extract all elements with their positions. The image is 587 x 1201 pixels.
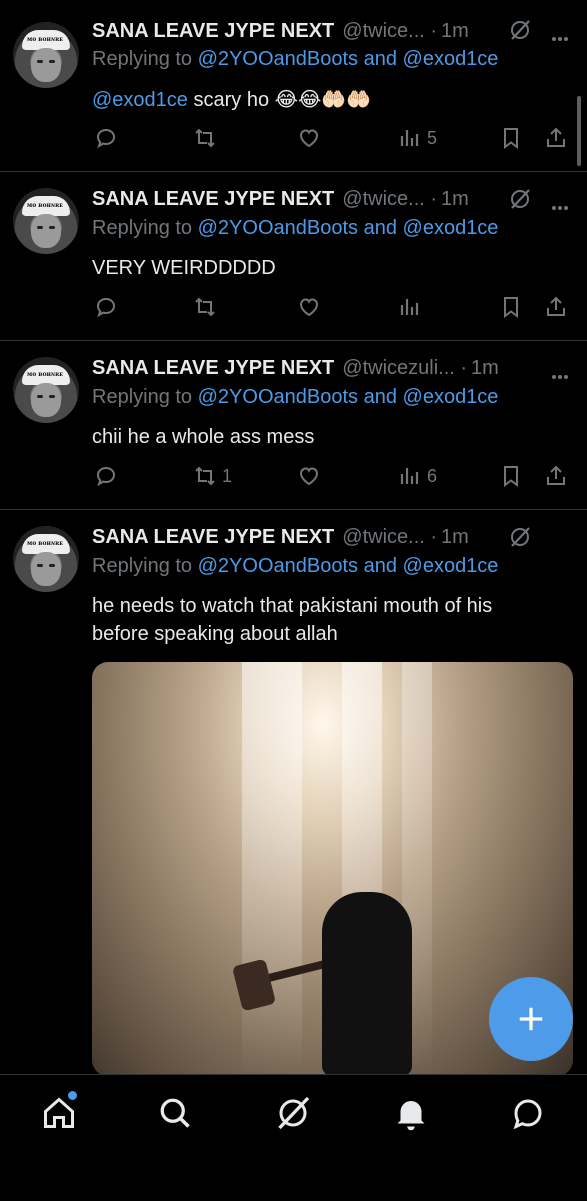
grok-icon[interactable] <box>508 187 532 211</box>
tweet-text: VERY WEIRDDDDD <box>92 257 276 279</box>
share-icon <box>547 296 565 316</box>
handle[interactable]: @twice... · <box>342 20 437 43</box>
views-button[interactable] <box>398 292 427 322</box>
grok-icon[interactable] <box>275 1095 311 1131</box>
timestamp: 1m <box>441 187 469 210</box>
timestamp: 1m <box>441 525 469 548</box>
tweet-actions: 1 6 <box>92 461 587 491</box>
messages-icon[interactable] <box>510 1095 546 1131</box>
compose-button[interactable] <box>489 977 573 1061</box>
views-icon <box>400 468 419 484</box>
timestamp: 1m <box>471 356 499 379</box>
mention-link[interactable]: @2YOOandBoots <box>198 48 358 70</box>
scrollbar[interactable] <box>577 96 581 166</box>
handle[interactable]: @twicezuli... · <box>342 357 467 380</box>
heart-icon <box>299 298 319 317</box>
retweet-count: 1 <box>222 465 233 486</box>
views-count: 5 <box>427 127 438 148</box>
tweet-text: @exod1ce scary ho 😂😂🤲🏻🤲🏻 <box>92 89 372 111</box>
display-name[interactable]: SANA LEAVE JYPE NEXT <box>92 526 334 549</box>
mention-link[interactable]: @exod1ce <box>403 217 499 239</box>
tweet-header: SANA LEAVE JYPE NEXT @twicezuli... · 1m <box>92 354 587 382</box>
avatar[interactable]: ᴍᴏ ʙᴏʜɴʀᴇ <box>13 357 79 423</box>
avatar[interactable]: ᴍᴏ ʙᴏʜɴʀᴇ <box>13 188 79 254</box>
mention-link[interactable]: @exod1ce <box>403 555 499 577</box>
notification-dot <box>66 1089 79 1102</box>
replying-to: Replying to @2YOOandBoots and @exod1ce <box>92 386 499 408</box>
retweet-button[interactable] <box>193 292 222 322</box>
replying-to: Replying to @2YOOandBoots and @exod1ce <box>92 48 499 70</box>
reply-icon <box>96 128 116 149</box>
timestamp: 1m <box>441 19 469 42</box>
reply-button[interactable] <box>94 461 118 491</box>
tweet-text: he needs to watch that pakistani mouth o… <box>92 595 493 645</box>
more-icon[interactable] <box>551 366 569 384</box>
replying-to: Replying to @2YOOandBoots and @exod1ce <box>92 555 499 577</box>
display-name[interactable]: SANA LEAVE JYPE NEXT <box>92 357 334 380</box>
reply-button[interactable] <box>94 123 118 153</box>
bookmark-button[interactable] <box>499 292 523 322</box>
retweet-icon <box>195 297 215 317</box>
share-icon <box>547 465 565 485</box>
avatar[interactable]: ᴍᴏ ʙᴏʜɴʀᴇ <box>13 22 79 88</box>
grok-icon[interactable] <box>508 525 532 549</box>
retweet-button[interactable]: 1 <box>193 461 232 491</box>
share-button[interactable] <box>544 123 568 153</box>
tweet-actions: 5 <box>92 123 587 153</box>
like-button[interactable] <box>297 123 326 153</box>
bookmark-button[interactable] <box>499 461 523 491</box>
bookmark-icon <box>504 297 518 318</box>
mention-link[interactable]: @exod1ce <box>403 386 499 408</box>
mention-link[interactable]: @2YOOandBoots <box>198 555 358 577</box>
share-icon <box>547 127 565 147</box>
tweet[interactable]: ᴍᴏ ʙᴏʜɴʀᴇ SANA LEAVE JYPE NEXT @twicezul… <box>0 340 587 510</box>
display-name[interactable]: SANA LEAVE JYPE NEXT <box>92 20 334 43</box>
heart-icon <box>299 129 319 148</box>
retweet-icon <box>195 466 215 486</box>
bookmark-icon <box>504 466 518 487</box>
reply-button[interactable] <box>94 292 118 322</box>
bookmark-button[interactable] <box>499 123 523 153</box>
reply-icon <box>96 466 116 487</box>
share-button[interactable] <box>544 461 568 491</box>
retweet-button[interactable] <box>193 123 222 153</box>
views-button[interactable]: 5 <box>398 123 437 153</box>
mention-link[interactable]: @2YOOandBoots <box>198 217 358 239</box>
avatar[interactable]: ᴍᴏ ʙᴏʜɴʀᴇ <box>13 526 79 592</box>
views-button[interactable]: 6 <box>398 461 437 491</box>
handle[interactable]: @twice... · <box>342 526 437 549</box>
views-icon <box>400 299 419 315</box>
share-button[interactable] <box>544 292 568 322</box>
more-icon[interactable] <box>551 28 569 46</box>
mention-link[interactable]: @exod1ce <box>92 89 188 111</box>
reply-icon <box>96 297 116 318</box>
views-count: 6 <box>427 465 438 486</box>
grok-icon[interactable] <box>508 18 532 42</box>
more-icon[interactable] <box>551 197 569 215</box>
mention-link[interactable]: @exod1ce <box>403 48 499 70</box>
tweet[interactable]: ᴍᴏ ʙᴏʜɴʀᴇ SANA LEAVE JYPE NEXT @twice...… <box>0 171 587 341</box>
mention-link[interactable]: @2YOOandBoots <box>198 386 358 408</box>
bookmark-icon <box>504 128 518 149</box>
retweet-icon <box>195 128 215 148</box>
plus-icon <box>519 1007 543 1031</box>
notifications-icon[interactable] <box>393 1095 429 1131</box>
search-icon[interactable] <box>157 1095 193 1131</box>
handle[interactable]: @twice... · <box>342 188 437 211</box>
tweet-text: chii he a whole ass mess <box>92 426 315 448</box>
display-name[interactable]: SANA LEAVE JYPE NEXT <box>92 188 334 211</box>
tweet[interactable]: ᴍᴏ ʙᴏʜɴʀᴇ SANA LEAVE JYPE NEXT @twice...… <box>0 0 587 172</box>
views-icon <box>400 130 419 146</box>
like-button[interactable] <box>297 292 326 322</box>
replying-to: Replying to @2YOOandBoots and @exod1ce <box>92 217 499 239</box>
heart-icon <box>299 467 319 486</box>
like-button[interactable] <box>297 461 326 491</box>
bottom-tab-bar <box>0 1074 587 1201</box>
tweet-actions <box>92 292 587 322</box>
